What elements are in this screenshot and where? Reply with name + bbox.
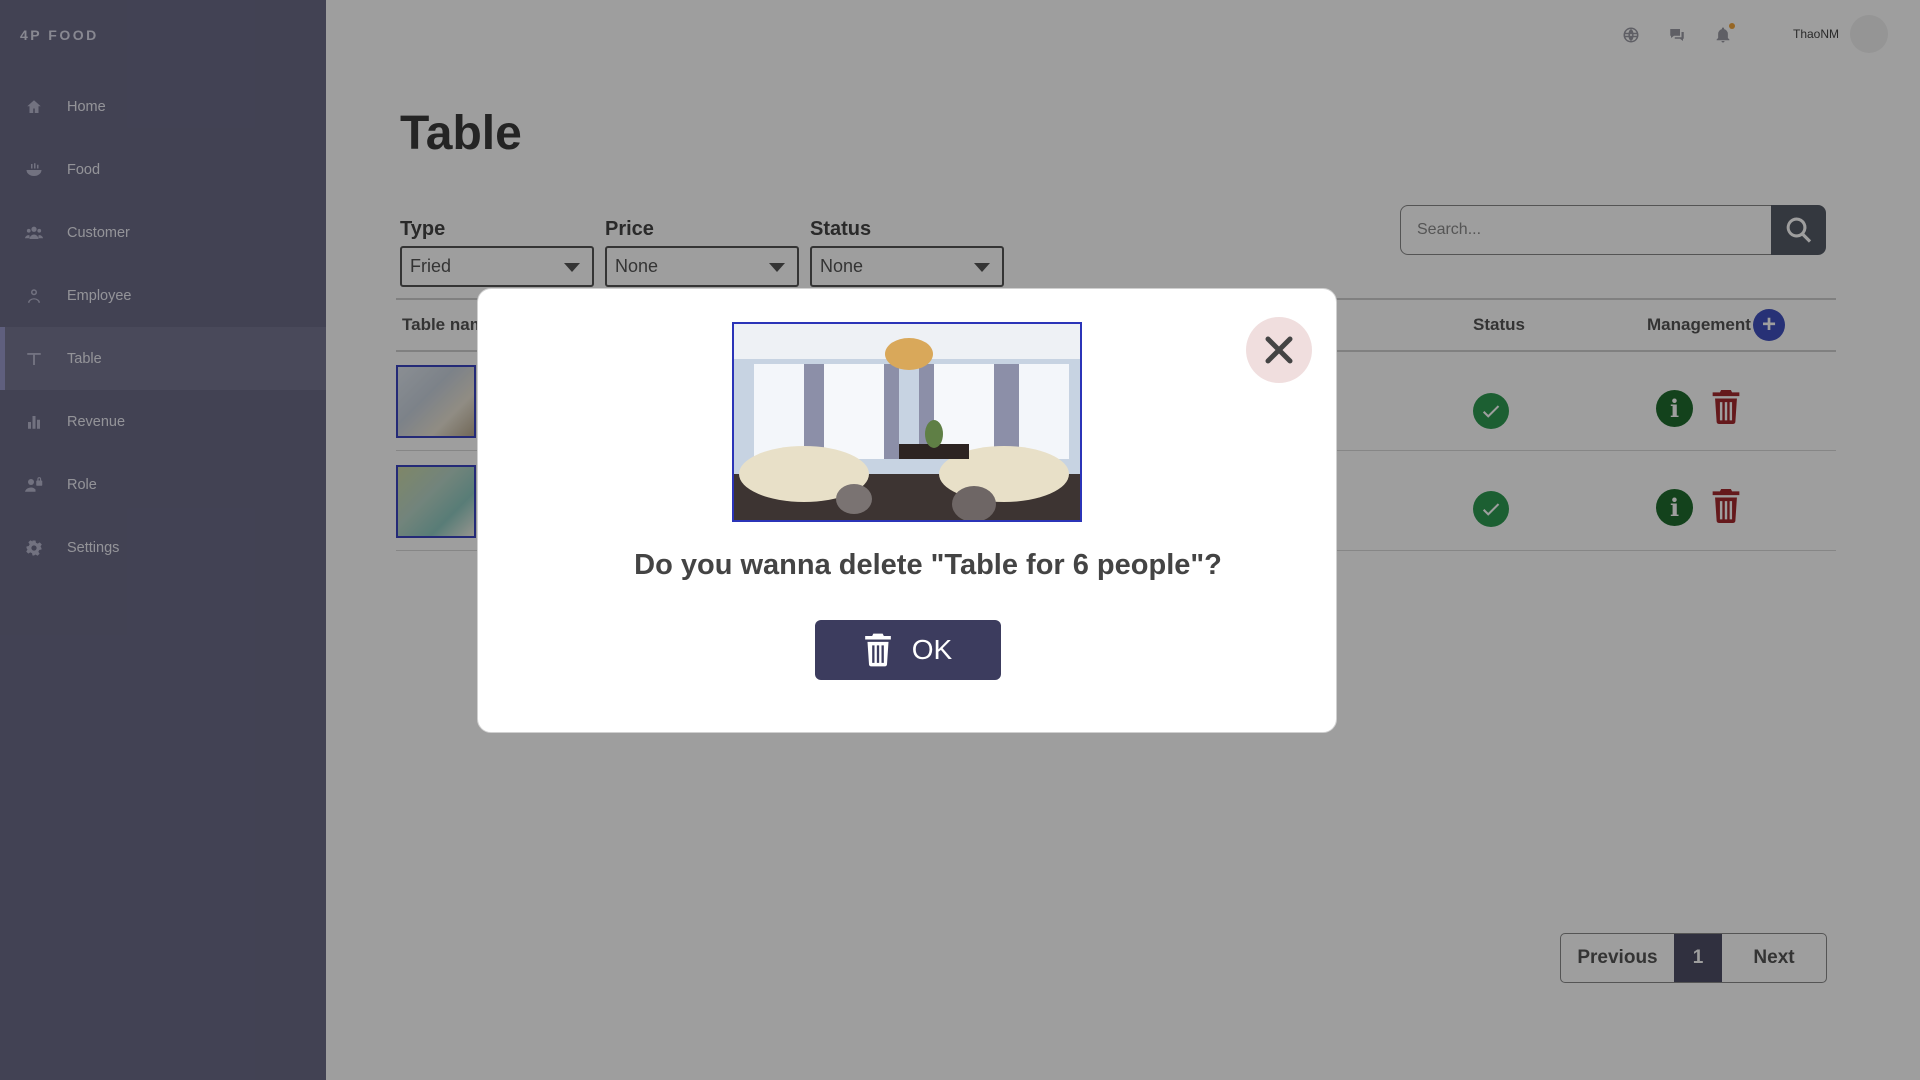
ok-button-label: OK <box>911 634 953 665</box>
close-icon <box>1265 336 1293 364</box>
close-button[interactable] <box>1246 317 1312 383</box>
table-image <box>732 322 1082 522</box>
trash-icon <box>864 633 891 667</box>
confirm-message: Do you wanna delete "Table for 6 people"… <box>634 549 1222 581</box>
delete-confirm-dialog: Do you wanna delete "Table for 6 people"… <box>477 288 1337 733</box>
ok-button[interactable]: OK <box>815 620 1001 680</box>
